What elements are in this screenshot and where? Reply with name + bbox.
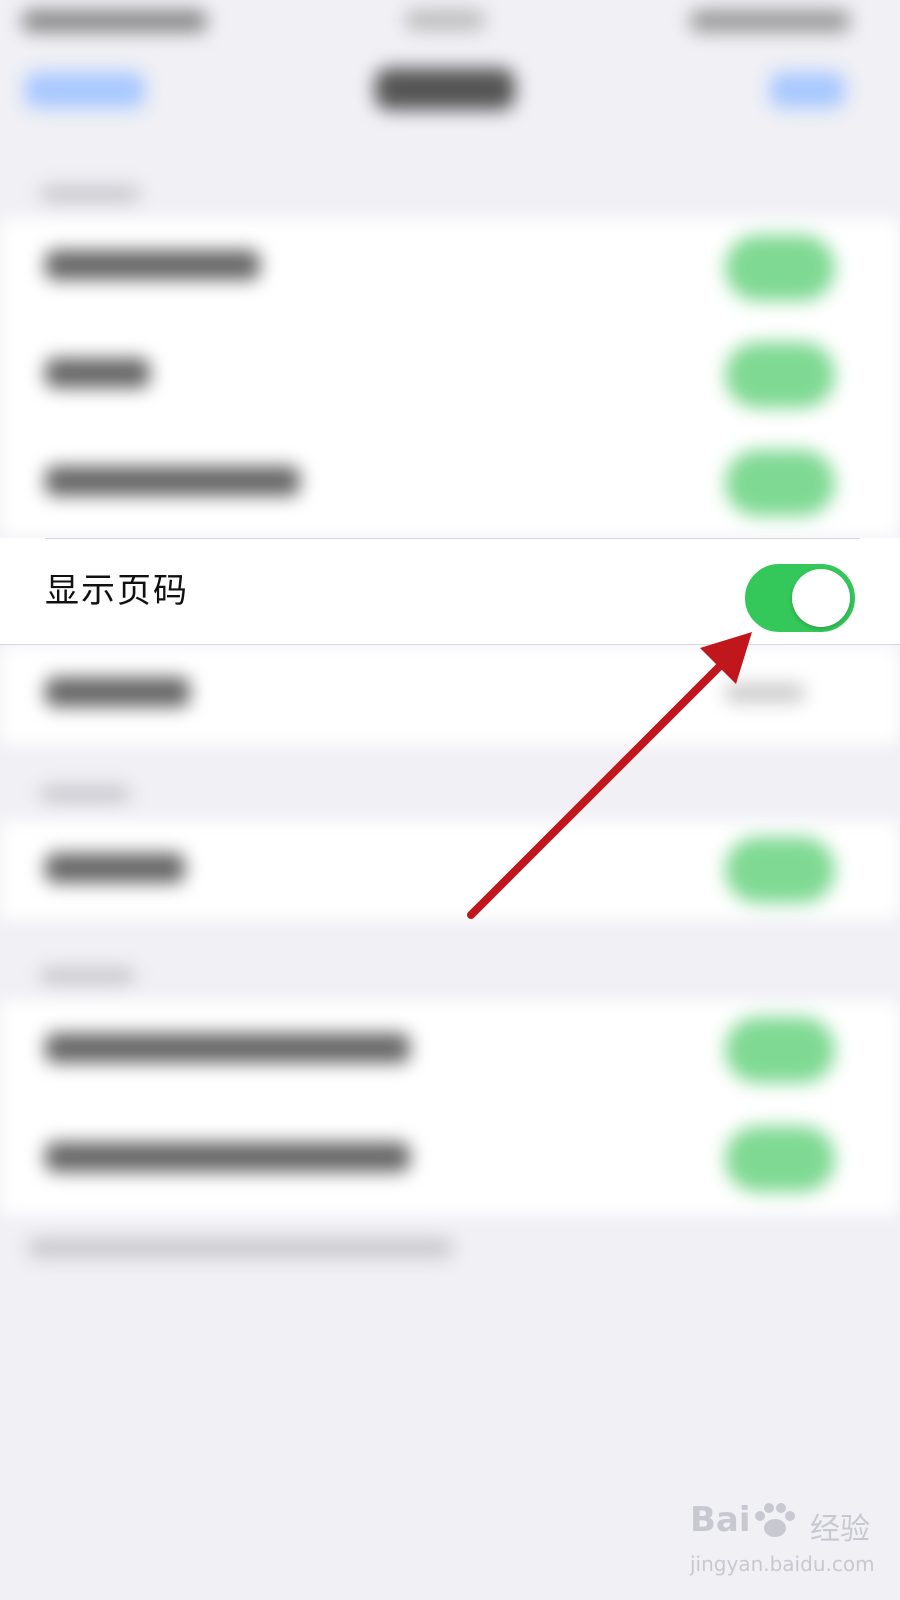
row-label: [45, 677, 190, 707]
row-label: [45, 1142, 410, 1172]
row-separator: [45, 538, 860, 539]
section-header: [40, 968, 135, 984]
toggle-switch[interactable]: [725, 235, 835, 301]
back-button[interactable]: [25, 72, 145, 108]
section-footer-note: [28, 1238, 453, 1258]
toggle-switch[interactable]: [725, 450, 835, 516]
nav-action-button[interactable]: [770, 72, 845, 108]
show-page-number-toggle[interactable]: [745, 564, 855, 632]
section-header: [40, 786, 130, 802]
paw-icon: [755, 1503, 795, 1537]
show-page-number-label: 显示页码: [45, 571, 189, 611]
page-title: [375, 68, 515, 110]
row-label: [45, 358, 150, 388]
row-label: [45, 250, 260, 280]
status-bar-center: [405, 10, 485, 30]
watermark-logo: Bai: [690, 1500, 751, 1540]
section-header: [40, 186, 140, 202]
toggle-switch[interactable]: [725, 342, 835, 408]
row-label: [45, 466, 300, 496]
row-separator: [0, 644, 900, 645]
status-bar-indicators: [690, 10, 850, 32]
toggle-knob: [792, 569, 850, 627]
toggle-switch[interactable]: [725, 837, 835, 903]
toggle-switch[interactable]: [725, 1126, 835, 1192]
baidu-watermark: Bai 经验 jingyan.baidu.com: [690, 1500, 890, 1590]
row-value: [725, 683, 805, 703]
watermark-brand: 经验: [810, 1512, 870, 1547]
toggle-switch[interactable]: [725, 1017, 835, 1083]
status-bar-time: [22, 10, 207, 32]
row-label: [45, 1033, 410, 1063]
watermark-url: jingyan.baidu.com: [690, 1552, 875, 1576]
settings-screen: 显示页码 Bai 经验 jingyan.baidu.com: [0, 0, 900, 1600]
row-label: [45, 853, 185, 883]
